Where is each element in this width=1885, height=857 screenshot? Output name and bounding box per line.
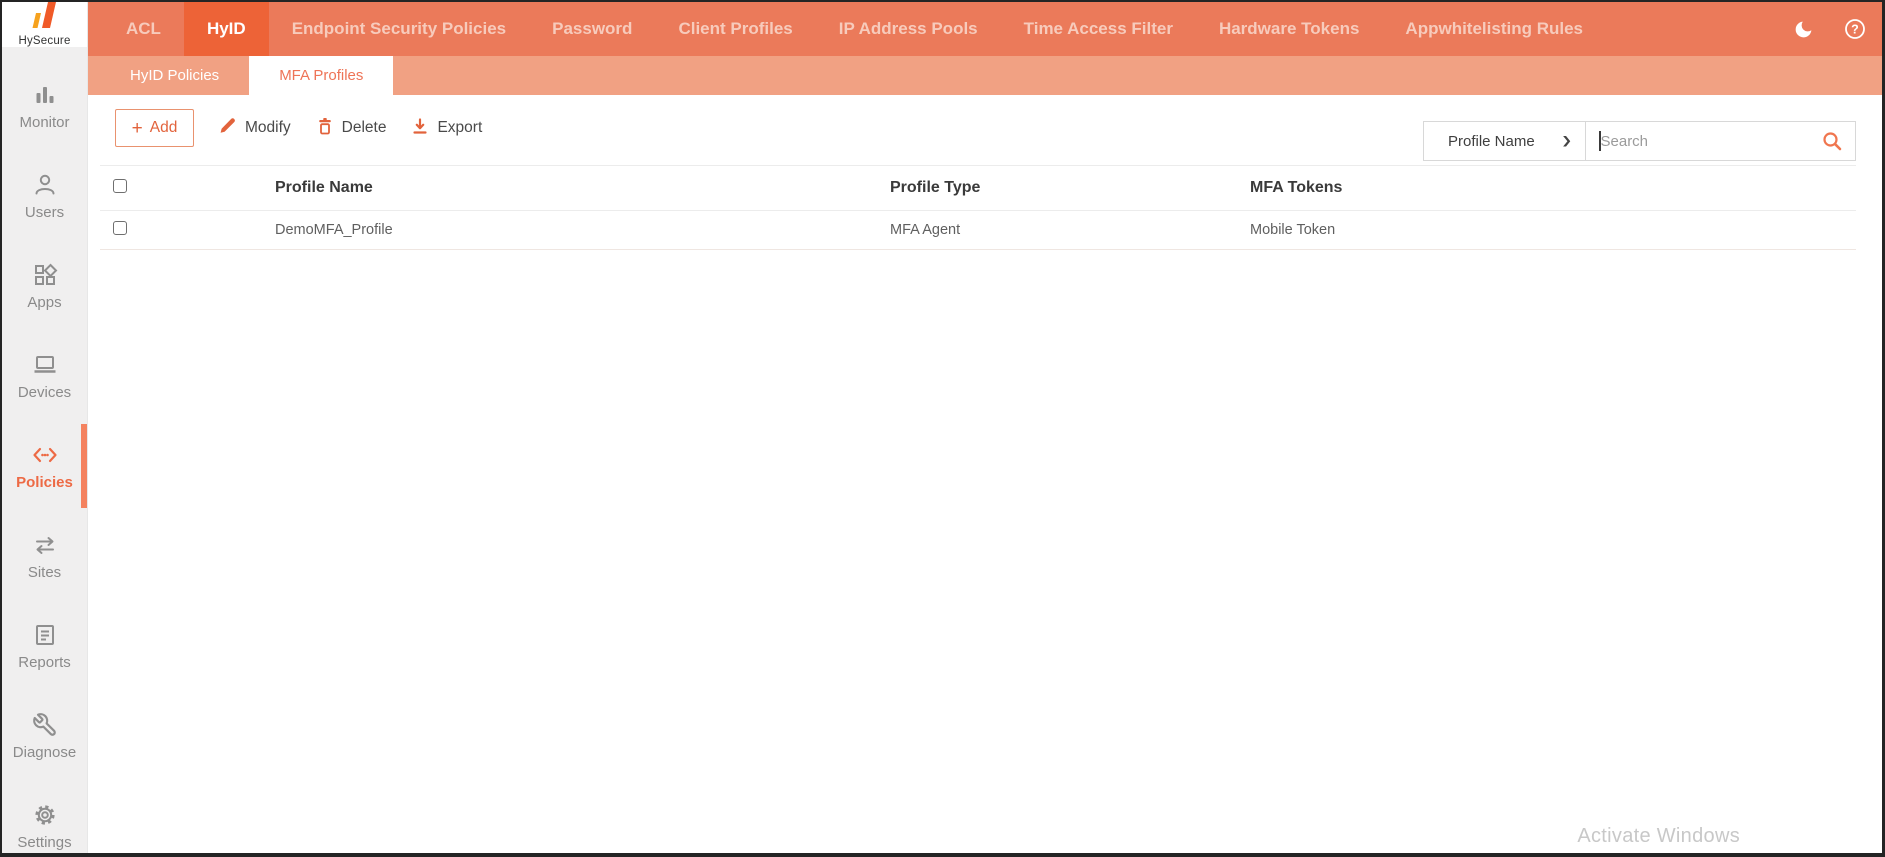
sidebar-item-label: Devices (18, 384, 71, 401)
modify-button[interactable]: Modify (218, 116, 291, 141)
sub-nav: HyID Policies MFA Profiles (88, 56, 1882, 95)
delete-button[interactable]: Delete (315, 116, 387, 141)
sidebar-item-label: Settings (17, 834, 71, 851)
monitor-icon (32, 82, 58, 108)
tab-hyid-policies[interactable]: HyID Policies (100, 56, 249, 95)
sidebar-item-sites[interactable]: Sites (2, 511, 87, 601)
sidebar-item-monitor[interactable]: Monitor (2, 61, 87, 151)
sidebar-item-users[interactable]: Users (2, 151, 87, 241)
sidebar-item-apps[interactable]: Apps (2, 241, 87, 331)
chevron-down-icon: ❯︎ (1561, 135, 1572, 148)
sidebar-item-devices[interactable]: Devices (2, 331, 87, 421)
svg-text:?: ? (1851, 23, 1859, 37)
apps-icon (32, 262, 58, 288)
add-button-label: Add (150, 119, 178, 137)
settings-icon (32, 802, 58, 828)
sidebar-item-settings[interactable]: Settings (2, 781, 87, 857)
help-icon[interactable]: ? (1844, 18, 1866, 40)
search-input[interactable] (1601, 133, 1822, 150)
reports-icon (32, 622, 58, 648)
sidebar-nav: Monitor Users (2, 47, 87, 857)
export-button[interactable]: Export (410, 116, 482, 141)
row-checkbox[interactable] (113, 221, 127, 235)
content-panel: + Add Modify (88, 95, 1882, 853)
sidebar-item-label: Apps (27, 294, 61, 311)
sidebar-item-label: Policies (16, 474, 73, 491)
sites-icon (32, 532, 58, 558)
search-filter-select[interactable]: Profile Name ❯︎ (1424, 122, 1586, 160)
tab-password[interactable]: Password (529, 2, 655, 56)
app-window: HySecure Monitor (0, 0, 1885, 857)
cell-profile-type: MFA Agent (890, 222, 1250, 238)
column-header-mfa-tokens: MFA Tokens (1250, 179, 1856, 197)
sidebar-item-label: Reports (18, 654, 71, 671)
export-button-label: Export (437, 119, 482, 137)
tab-client-profiles[interactable]: Client Profiles (655, 2, 815, 56)
tab-ip-address-pools[interactable]: IP Address Pools (816, 2, 1001, 56)
column-header-profile-type: Profile Type (890, 179, 1250, 197)
active-item-indicator (81, 424, 87, 508)
trash-icon (315, 116, 335, 141)
table-header-row: Profile Name Profile Type MFA Tokens (100, 165, 1856, 211)
sidebar-item-diagnose[interactable]: Diagnose (2, 691, 87, 781)
search-icon[interactable] (1821, 130, 1843, 152)
main-area: ACL HyID Endpoint Security Policies Pass… (88, 2, 1882, 853)
activate-windows-watermark: Activate Windows (1577, 825, 1740, 848)
table-row[interactable]: DemoMFA_Profile MFA Agent Mobile Token (100, 211, 1856, 250)
sidebar-item-label: Users (25, 204, 64, 221)
search-filter-value: Profile Name (1448, 133, 1535, 150)
tab-hardware-tokens[interactable]: Hardware Tokens (1196, 2, 1382, 56)
brand-logo[interactable]: HySecure (2, 2, 87, 47)
tab-hyid[interactable]: HyID (184, 2, 269, 56)
sidebar-item-label: Monitor (19, 114, 69, 131)
diagnose-icon (32, 712, 58, 738)
delete-button-label: Delete (342, 119, 387, 137)
cell-profile-name: DemoMFA_Profile (275, 222, 890, 238)
modify-button-label: Modify (245, 119, 291, 137)
dark-mode-moon-icon[interactable] (1793, 19, 1814, 40)
pencil-icon (218, 116, 238, 141)
top-nav: ACL HyID Endpoint Security Policies Pass… (88, 2, 1882, 56)
tab-appwhitelisting-rules[interactable]: Appwhitelisting Rules (1382, 2, 1606, 56)
sidebar: HySecure Monitor (2, 2, 88, 853)
tab-mfa-profiles[interactable]: MFA Profiles (249, 56, 393, 95)
devices-icon (32, 352, 58, 378)
hysecure-logo-icon (25, 2, 65, 33)
sidebar-item-label: Sites (28, 564, 61, 581)
add-button[interactable]: + Add (115, 109, 194, 147)
tab-endpoint-security-policies[interactable]: Endpoint Security Policies (269, 2, 529, 56)
tab-acl[interactable]: ACL (103, 2, 184, 56)
cell-mfa-tokens: Mobile Token (1250, 222, 1856, 238)
sidebar-item-reports[interactable]: Reports (2, 601, 87, 691)
sidebar-item-policies[interactable]: Policies (2, 421, 87, 511)
mfa-profiles-table: Profile Name Profile Type MFA Tokens Dem… (100, 165, 1856, 250)
sidebar-item-label: Diagnose (13, 744, 76, 761)
export-icon (410, 116, 430, 141)
policies-icon (31, 442, 59, 468)
tab-time-access-filter[interactable]: Time Access Filter (1001, 2, 1196, 56)
search-bar: Profile Name ❯︎ (1423, 121, 1856, 161)
brand-name: HySecure (18, 35, 70, 47)
users-icon (32, 172, 58, 198)
select-all-checkbox[interactable] (113, 179, 127, 193)
column-header-profile-name: Profile Name (275, 179, 890, 197)
plus-icon: + (132, 119, 143, 138)
